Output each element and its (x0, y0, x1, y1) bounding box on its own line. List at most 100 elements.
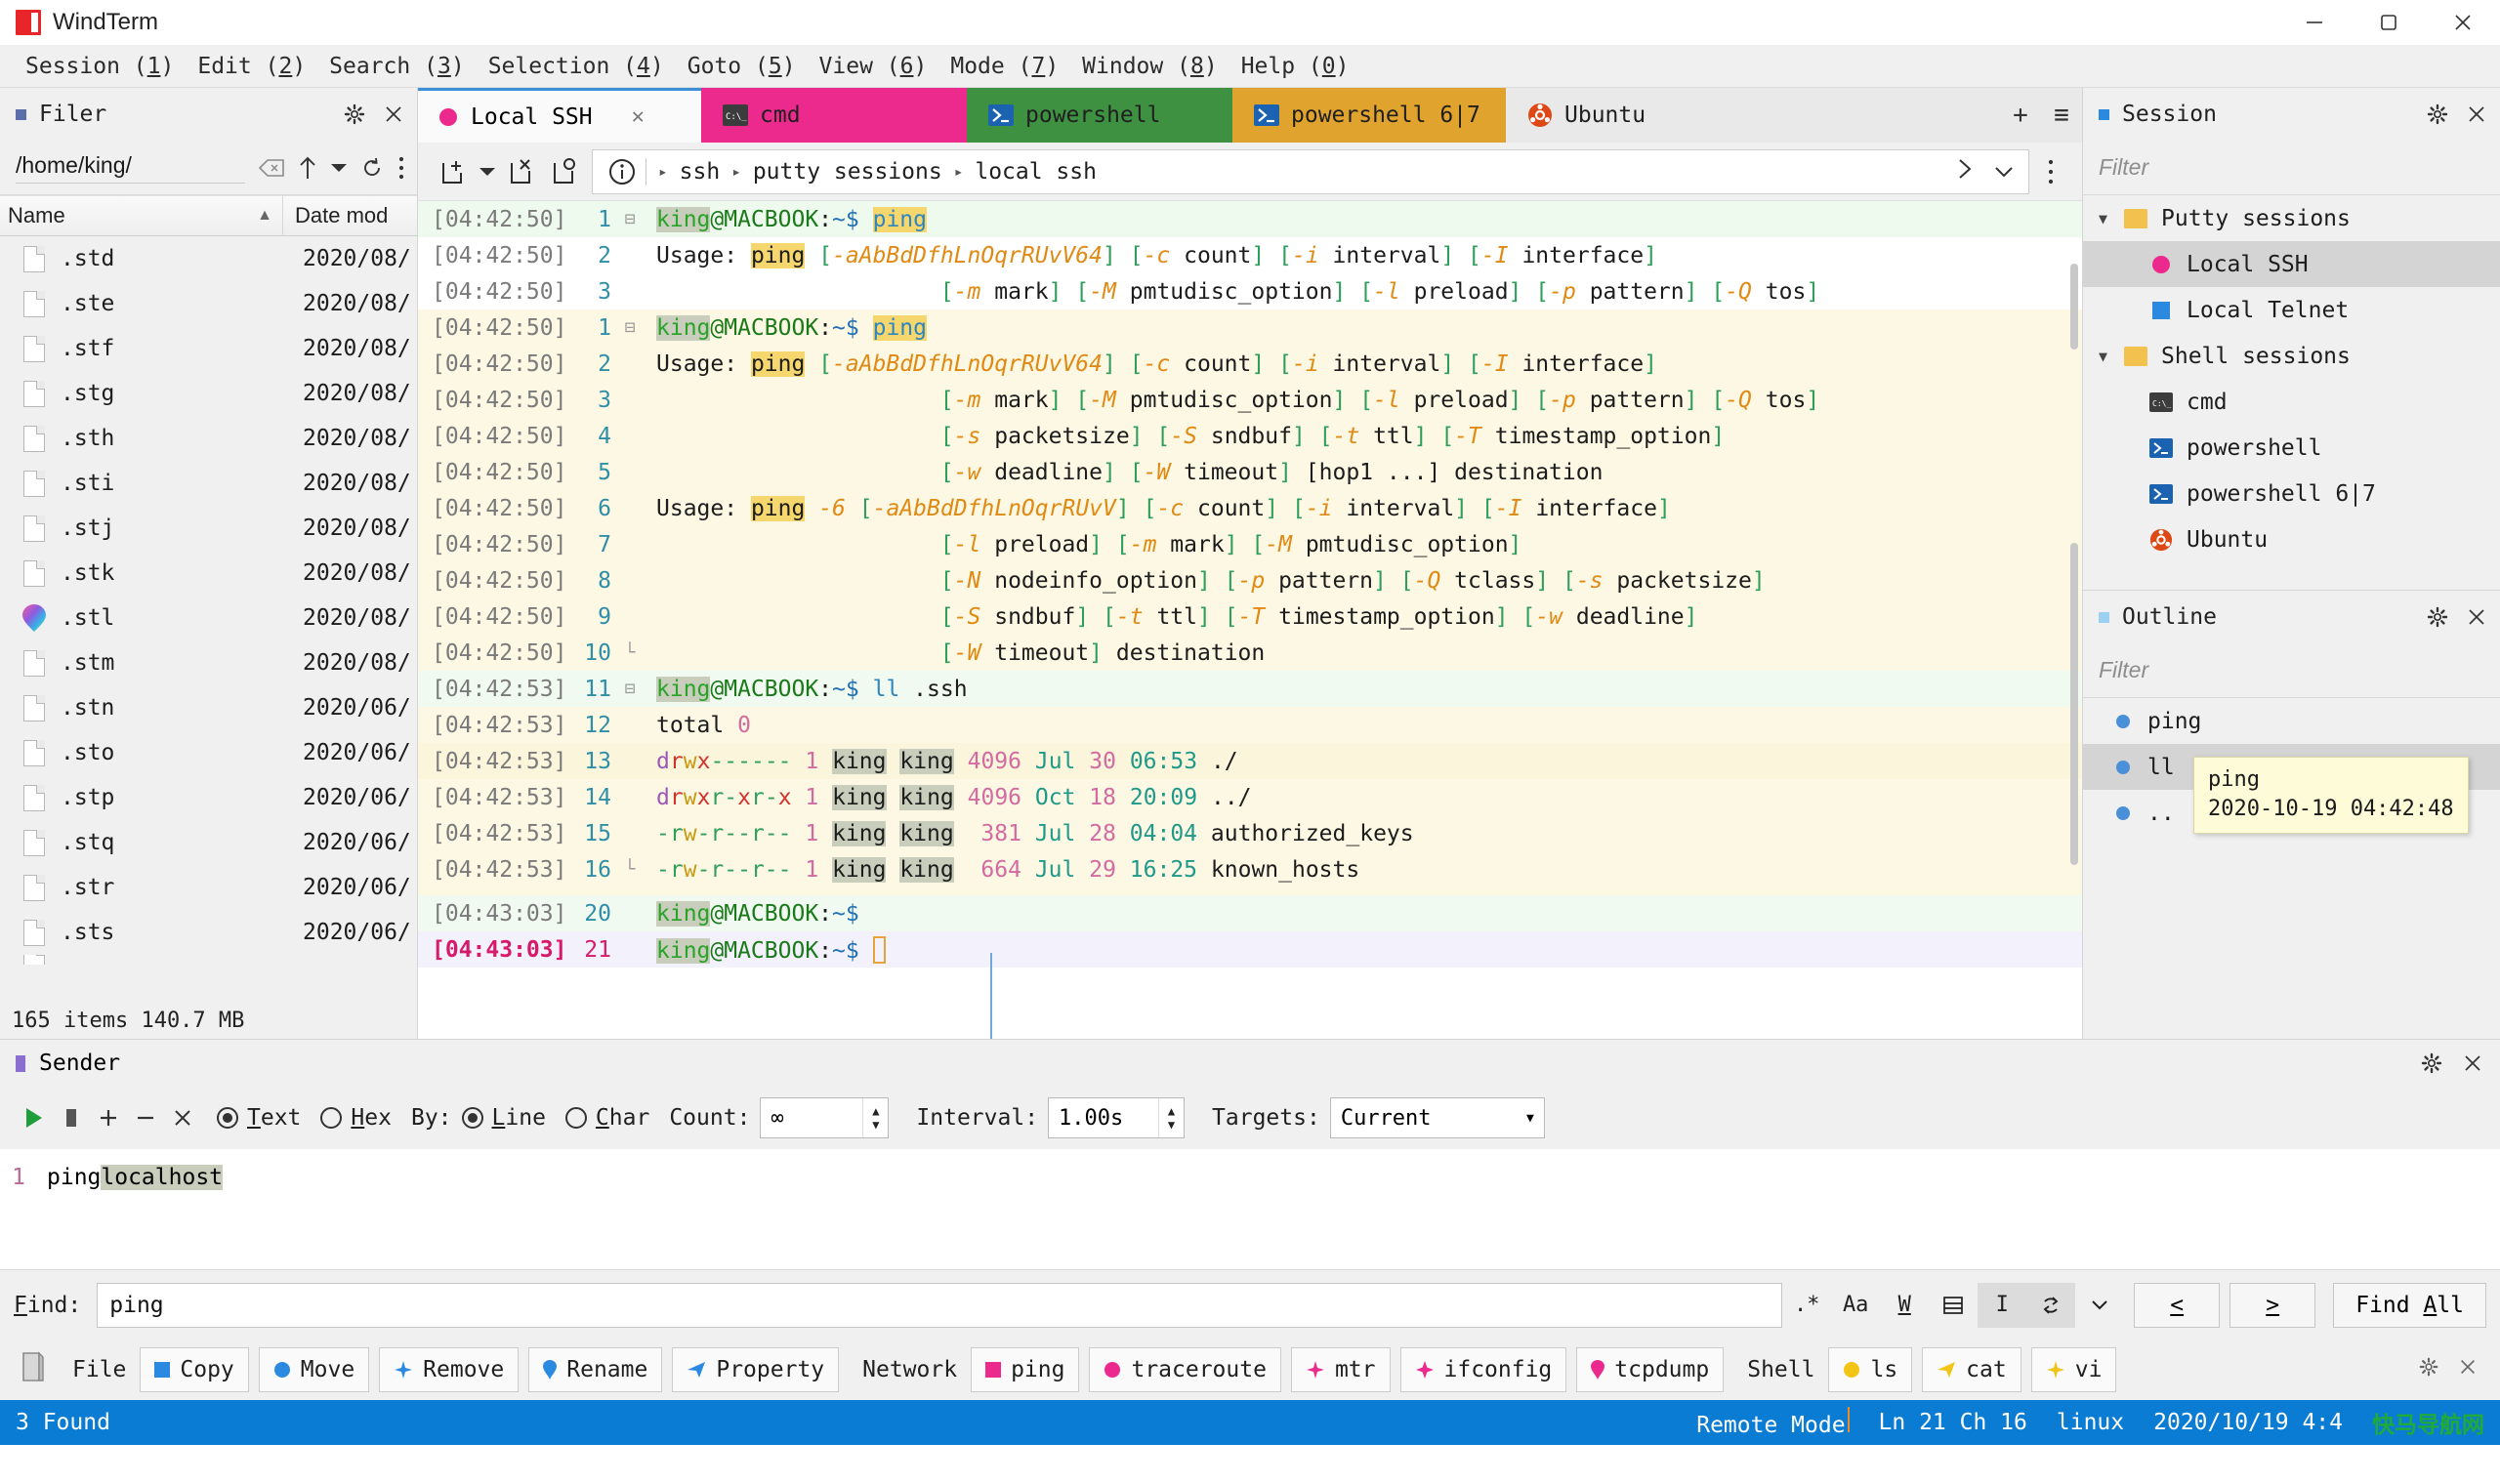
list-item[interactable]: .stk 2020/08/ (0, 551, 417, 596)
by-char-radio[interactable]: Char (564, 1105, 669, 1131)
clear-path-icon[interactable] (259, 158, 284, 178)
sidebar-item-powershell-67[interactable]: powershell 6|7 (2083, 471, 2500, 516)
list-item[interactable]: .stm 2020/08/ (0, 640, 417, 685)
close-icon[interactable] (164, 1099, 201, 1136)
interval-stepper[interactable]: 1.00s ▲ ▼ (1048, 1097, 1186, 1138)
tab-powershell[interactable]: powershell (967, 88, 1232, 143)
breadcrumb-path[interactable]: ▸ ssh ▸ putty sessions ▸ local ssh (592, 148, 2029, 194)
list-item[interactable]: .sto 2020/06/ (0, 730, 417, 775)
gear-icon[interactable] (2420, 1051, 2443, 1075)
outline-item-ping[interactable]: ping (2083, 698, 2500, 744)
menu-selection[interactable]: Selection (4) (477, 45, 676, 88)
close-icon[interactable] (2457, 1356, 2479, 1383)
quick-button-ifconfig[interactable]: ifconfig (1399, 1347, 1567, 1392)
minimize-icon[interactable] (2277, 0, 2352, 45)
close-icon[interactable] (2426, 0, 2500, 45)
sidebar-item-cmd[interactable]: C:\_ cmd (2083, 379, 2500, 425)
reopen-tab-icon[interactable] (543, 150, 586, 193)
close-panel-icon[interactable] (2461, 1051, 2484, 1075)
new-tab-icon[interactable] (432, 150, 475, 193)
list-item[interactable]: .std 2020/08/ (0, 236, 417, 281)
regex-icon[interactable]: .* (1782, 1283, 1831, 1328)
book-icon[interactable] (20, 1351, 45, 1388)
fold-toggle-icon[interactable]: ⊟ (619, 317, 641, 338)
terminal-output[interactable]: [04:42:50] 1 ⊟ king@MACBOOK:~$ ping [04:42… (418, 201, 2082, 1039)
cursor-icon[interactable]: I (1978, 1282, 2027, 1328)
terminal-scrollbar[interactable] (2070, 264, 2078, 350)
breadcrumb-item-ssh[interactable]: ssh (672, 159, 729, 185)
column-header-date[interactable]: Date mod (283, 203, 388, 228)
sidebar-item-local-ssh[interactable]: Local SSH (2083, 241, 2500, 287)
column-header-name[interactable]: Name ▲ (0, 196, 283, 235)
session-filter-input[interactable]: Filter (2083, 141, 2500, 195)
gear-icon[interactable] (2426, 605, 2449, 629)
path-input[interactable]: /home/king/ (16, 152, 245, 184)
chevron-down-icon[interactable] (2075, 1283, 2124, 1328)
close-panel-icon[interactable] (2465, 605, 2488, 629)
quick-button-move[interactable]: Move (258, 1347, 370, 1392)
whole-word-icon[interactable]: W (1880, 1283, 1929, 1328)
by-line-radio[interactable]: Line (461, 1105, 565, 1131)
play-icon[interactable] (16, 1099, 53, 1136)
wrap-around-icon[interactable] (2026, 1282, 2076, 1328)
menu-help[interactable]: Help (0) (1229, 45, 1361, 88)
more-vertical-icon[interactable] (397, 155, 405, 181)
chevron-down-icon[interactable]: ▼ (2099, 210, 2124, 227)
menu-edit[interactable]: Edit (2) (186, 45, 317, 88)
fold-toggle-icon[interactable]: ⊟ (619, 679, 641, 699)
quick-button-vi[interactable]: vi (2030, 1347, 2117, 1392)
find-next-button[interactable]: > (2229, 1282, 2316, 1328)
menu-session[interactable]: Session (1) (14, 45, 186, 88)
chevron-down-icon[interactable]: ▼ (2099, 348, 2124, 365)
new-tab-button[interactable]: + (2000, 88, 2041, 143)
list-item[interactable]: .ste 2020/08/ (0, 281, 417, 326)
menu-mode[interactable]: Mode (7) (938, 45, 1070, 88)
add-icon[interactable] (90, 1099, 127, 1136)
list-item[interactable]: .stp 2020/06/ (0, 775, 417, 820)
sidebar-item-ubuntu[interactable]: Ubuntu (2083, 516, 2500, 562)
outline-filter-input[interactable]: Filter (2083, 643, 2500, 698)
gear-icon[interactable] (2426, 103, 2449, 126)
list-item[interactable] (0, 955, 417, 965)
history-dropdown-icon[interactable] (331, 163, 347, 173)
tab-menu-button[interactable]: ≡ (2041, 88, 2082, 143)
list-item[interactable]: .str 2020/06/ (0, 865, 417, 910)
tab-local-ssh[interactable]: Local SSH ✕ (418, 88, 701, 143)
sidebar-item-powershell[interactable]: powershell (2083, 425, 2500, 471)
quick-button-ls[interactable]: ls (1828, 1347, 1913, 1392)
maximize-icon[interactable] (2352, 0, 2426, 45)
gear-icon[interactable] (343, 103, 366, 126)
stepper-arrows-icon[interactable]: ▲ ▼ (1158, 1098, 1184, 1137)
in-selection-icon[interactable] (1929, 1283, 1978, 1328)
list-item[interactable]: .sth 2020/08/ (0, 416, 417, 461)
more-vertical-icon[interactable] (2029, 150, 2072, 193)
menu-window[interactable]: Window (8) (1070, 45, 1229, 88)
quick-button-remove[interactable]: Remove (379, 1347, 520, 1392)
expand-breadcrumb-icon[interactable] (1954, 157, 1976, 186)
tree-group-shell-sessions[interactable]: ▼ Shell sessions (2083, 333, 2500, 379)
targets-select[interactable]: Current ▼ (1329, 1097, 1545, 1138)
list-item[interactable]: .sts 2020/06/ (0, 910, 417, 955)
fold-toggle-icon[interactable]: ⊟ (619, 209, 641, 229)
stepper-arrows-icon[interactable]: ▲ ▼ (862, 1098, 888, 1137)
close-panel-icon[interactable] (382, 103, 405, 126)
quick-button-traceroute[interactable]: traceroute (1089, 1347, 1281, 1392)
quick-button-ping[interactable]: ping (971, 1347, 1080, 1392)
list-item[interactable]: .stl 2020/08/ (0, 596, 417, 640)
menu-goto[interactable]: Goto (5) (676, 45, 808, 88)
format-text-radio[interactable]: Text (217, 1105, 320, 1131)
sidebar-item-local-telnet[interactable]: Local Telnet (2083, 287, 2500, 333)
count-stepper[interactable]: ∞ ▲ ▼ (760, 1097, 890, 1138)
tree-group-putty-sessions[interactable]: ▼ Putty sessions (2083, 195, 2500, 241)
tab-cmd[interactable]: C:\_ cmd (701, 88, 967, 143)
parent-directory-icon[interactable] (298, 155, 317, 181)
find-all-button[interactable]: Find All (2333, 1282, 2486, 1328)
search-input[interactable]: ping (97, 1282, 1783, 1328)
list-item[interactable]: .stg 2020/08/ (0, 371, 417, 416)
quick-button-property[interactable]: Property (672, 1347, 840, 1392)
breadcrumb-item-putty-sessions[interactable]: putty sessions (745, 159, 950, 185)
close-panel-icon[interactable] (2465, 103, 2488, 126)
list-item[interactable]: .stf 2020/08/ (0, 326, 417, 371)
sender-editor[interactable]: 1 ping localhost (0, 1149, 2500, 1269)
match-case-icon[interactable]: Aa (1831, 1283, 1880, 1328)
